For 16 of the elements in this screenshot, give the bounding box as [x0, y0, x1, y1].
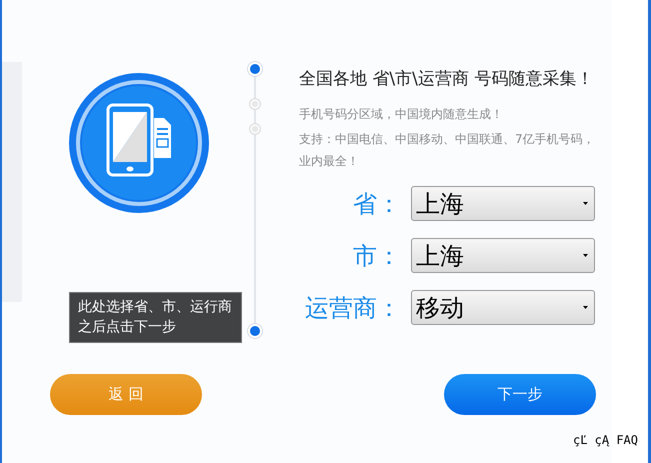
dropdown[interactable]: 上海 — [411, 186, 595, 221]
caret-icon — [583, 306, 588, 309]
dropdown[interactable]: 移动 — [411, 290, 595, 325]
field-label: 省： — [352, 188, 402, 220]
info-text: 支持：中国电信、中国移动、中国联通、7亿手机号码，业内最全！ — [299, 130, 596, 170]
info-text: 手机号码分区域，中国境内随意生成！ — [299, 106, 504, 122]
headline: 全国各地 省\市\运营商 号码随意采集！ — [299, 68, 594, 91]
faq-link[interactable]: çĽ çĄ FAQ — [572, 433, 638, 447]
phone-icon — [68, 72, 210, 214]
dropdown[interactable]: 上海 — [411, 238, 595, 273]
next-button[interactable]: 下一步 — [444, 374, 596, 415]
field-label: 市： — [352, 240, 402, 272]
tooltip: 此处选择省、市、运行商之后点击下一步 — [69, 292, 242, 343]
caret-icon — [583, 254, 588, 257]
field-label: 运营商： — [304, 292, 402, 324]
caret-icon — [583, 202, 588, 205]
